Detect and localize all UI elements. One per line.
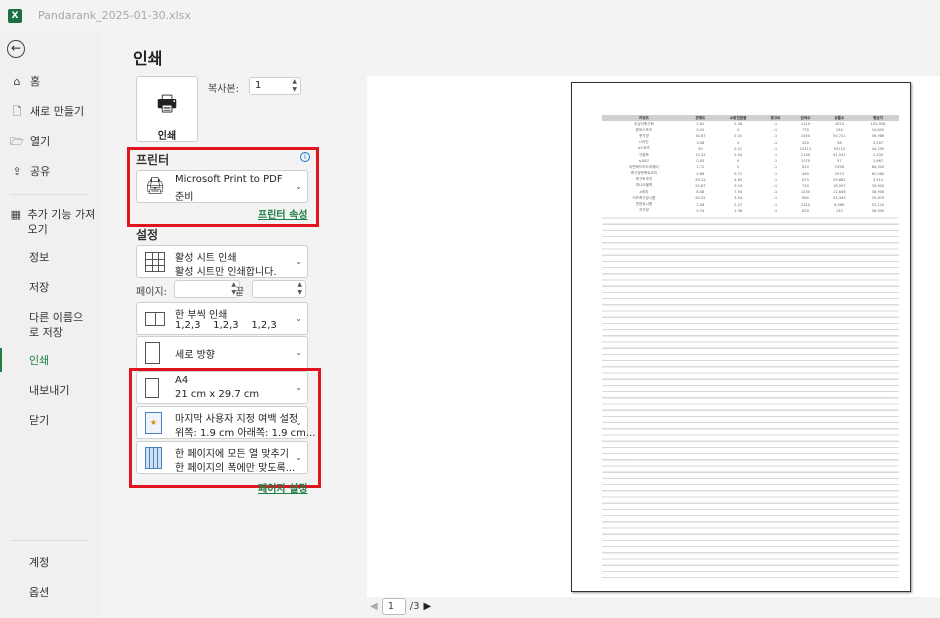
chevron-down-icon: ⌄ xyxy=(295,453,302,462)
sidebar-item-open[interactable]: 🗁 열기 xyxy=(10,134,100,149)
active-indicator xyxy=(0,348,2,372)
chevron-down-icon: ⌄ xyxy=(295,314,302,323)
scaling-dropdown[interactable]: 한 페이지에 모든 열 맞추기 한 페이지의 폭에만 맞도록... ⌄ xyxy=(136,441,308,474)
settings-section-label: 설정 xyxy=(136,228,159,242)
sidebar-item-addins[interactable]: ▦ 추가 기능 가져오기 xyxy=(10,207,100,237)
orientation-dropdown[interactable]: 세로 방향 ⌄ xyxy=(136,336,308,369)
page-setup-link[interactable]: 페이지 설정 xyxy=(258,480,307,495)
table-cell: 0.74 xyxy=(696,208,705,213)
new-doc-icon: 🗋 xyxy=(12,105,22,118)
excel-icon: X xyxy=(8,9,22,23)
page-number-input[interactable]: 1 xyxy=(381,598,406,615)
chevron-down-icon: ⌄ xyxy=(295,418,302,427)
printer-device-icon: 🖨 xyxy=(145,176,166,195)
table-cell: 132 xyxy=(835,208,843,213)
chevron-down-icon: ⌄ xyxy=(295,383,302,392)
sheet-grid-icon xyxy=(145,252,165,272)
sidebar-item-save-as[interactable]: 다른 이름으로 저장 xyxy=(29,310,93,340)
printer-section-label: 프린터 xyxy=(136,153,170,167)
pages-label: 페이지: xyxy=(136,287,167,298)
divider xyxy=(10,194,88,195)
pages-to-input[interactable]: ▲ ▼ xyxy=(252,280,306,298)
share-icon: ⇪ xyxy=(12,165,22,178)
folder-open-icon: 🗁 xyxy=(10,135,24,148)
table-cell: 1.38 xyxy=(734,208,743,213)
margins-dropdown[interactable]: ★ 마지막 사용자 지정 여백 설정 위쪽: 1.9 cm 아래쪽: 1.9 c… xyxy=(136,406,315,439)
printer-icon: 🖶 xyxy=(156,92,178,117)
printer-dropdown[interactable]: 🖨 Microsoft Print to PDF 준비 ⌄ xyxy=(136,170,308,203)
print-preview-page: 키워드 경쟁도 쇼핑전환율 광고비 검색수 상품수 평균가 초심자축구화 2.61 2.28 -1 1… xyxy=(571,82,911,592)
table-cell: 26,900 xyxy=(871,208,885,213)
preview-remaining-rows xyxy=(602,215,899,579)
copies-label: 복사본: xyxy=(208,84,239,95)
copies-input[interactable]: 1 ▲ ▼ xyxy=(249,77,301,95)
margins-icon: ★ xyxy=(145,412,162,434)
paper-size-dropdown[interactable]: A4 21 cm x 29.7 cm ⌄ xyxy=(136,371,308,404)
back-arrow-icon[interactable]: ← xyxy=(7,40,25,58)
sidebar-item-new[interactable]: 🗋 새로 만들기 xyxy=(10,104,100,119)
sidebar-item-share[interactable]: ⇪ 공유 xyxy=(10,164,100,179)
paper-icon xyxy=(145,378,159,398)
spinner-arrows[interactable]: ▲ ▼ xyxy=(292,78,297,94)
home-icon: ⌂ xyxy=(13,75,21,88)
page-navigator: ◀ 1 /3 ▶ xyxy=(370,598,431,615)
info-icon[interactable]: i xyxy=(300,152,310,162)
table-cell: 지가방 xyxy=(638,208,649,213)
pages-from-input[interactable]: ▲ ▼ xyxy=(174,280,240,298)
collate-icon xyxy=(145,312,165,326)
print-what-dropdown[interactable]: 활성 시트 인쇄 활성 시트만 인쇄합니다. ⌄ xyxy=(136,245,308,278)
table-cell: -1 xyxy=(773,208,778,213)
chevron-down-icon: ⌄ xyxy=(295,182,302,191)
pages-to-label: 끝 xyxy=(235,287,245,298)
chevron-down-icon: ⌄ xyxy=(295,348,302,357)
preview-table: 키워드 경쟁도 쇼핑전환율 광고비 검색수 상품수 평균가 초심자축구화 2.61 2.28 -1 1… xyxy=(602,115,899,214)
file-name: Pandarank_2025-01-30.xlsx xyxy=(38,9,191,22)
next-page-icon[interactable]: ▶ xyxy=(423,601,431,612)
fit-columns-icon xyxy=(145,447,162,469)
print-button[interactable]: 🖶 인쇄 xyxy=(136,76,198,142)
spinner-arrows[interactable]: ▲ ▼ xyxy=(297,281,302,297)
collate-dropdown[interactable]: 한 부씩 인쇄 1,2,3 1,2,3 1,2,3 ⌄ xyxy=(136,302,308,335)
portrait-page-icon xyxy=(145,342,160,364)
table-row: 지가방 0.74 1.38 -1 820 132 26,900 xyxy=(602,208,899,214)
chevron-down-icon: ⌄ xyxy=(295,257,302,266)
sidebar-item-home[interactable]: ⌂ 홈 xyxy=(10,74,100,89)
total-pages: /3 xyxy=(409,601,420,612)
title-bar: X Pandarank_2025-01-30.xlsx xyxy=(0,0,940,32)
page-title: 인쇄 xyxy=(133,49,163,68)
table-cell: 820 xyxy=(802,208,809,213)
prev-page-icon[interactable]: ◀ xyxy=(370,601,378,612)
printer-properties-link[interactable]: 프린터 속성 xyxy=(258,206,307,221)
addins-icon: ▦ xyxy=(10,208,21,221)
divider xyxy=(10,540,88,541)
